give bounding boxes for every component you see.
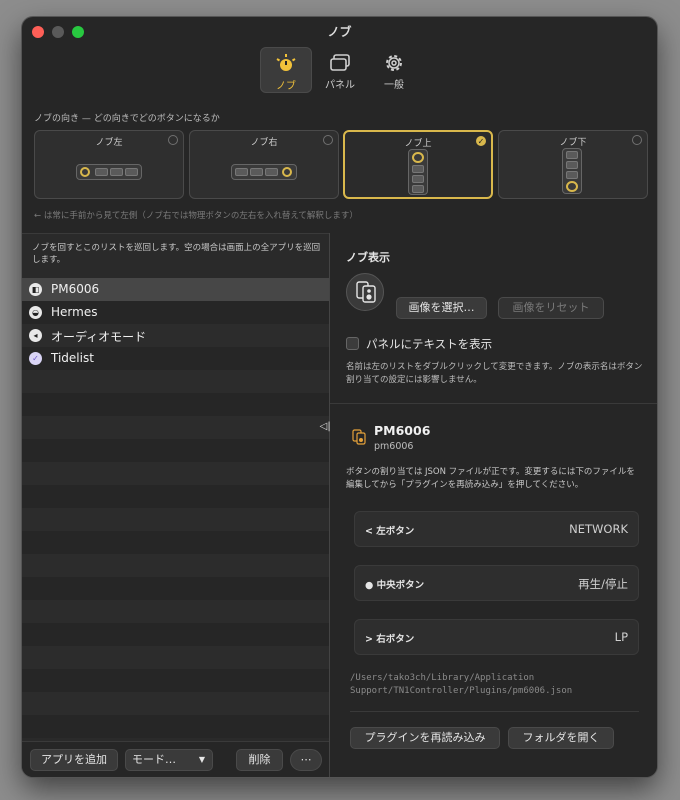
orientation-option-label: ノブ右 (250, 138, 278, 148)
plugin-file-path: /Users/tako3ch/Library/Application Suppo… (350, 673, 573, 696)
empty-row (22, 485, 329, 508)
chevron-down-icon: ▼ (198, 755, 205, 764)
assignment-value: LP (614, 630, 628, 644)
empty-row (22, 554, 329, 577)
list-item[interactable]: ◂ オーディオモード (22, 324, 329, 347)
show-text-label: パネルにテキストを表示 (366, 337, 493, 351)
list-item[interactable]: ◧ PM6006 (22, 278, 329, 301)
tab-knob[interactable]: ノブ (260, 47, 312, 93)
open-folder-button[interactable]: フォルダを開く (508, 727, 614, 749)
settings-window: ノブ ノブ パネル 一般 ノブの向き — どの向きでどのボタンになるか ノブ左 (22, 17, 657, 777)
app-list-description: ノブを回すとこのリストを巡回します。空の場合は画面上の全アプリを巡回します。 (32, 243, 321, 265)
title-bar: ノブ (22, 17, 657, 45)
list-item-label: Tidelist (51, 351, 94, 365)
radio-button[interactable] (168, 135, 178, 145)
window-title: ノブ (327, 25, 352, 39)
orientation-knob-left[interactable]: ノブ左 (34, 130, 184, 199)
empty-row (22, 692, 329, 715)
check-icon: ✓ (29, 352, 42, 365)
divider (350, 711, 639, 712)
empty-row (22, 669, 329, 692)
empty-row (22, 416, 329, 439)
delete-button[interactable]: 削除 (236, 749, 283, 771)
assignment-left-button: < 左ボタン NETWORK (354, 511, 639, 547)
empty-row (22, 715, 329, 738)
list-item[interactable]: ✓ Tidelist (22, 347, 329, 370)
empty-row (22, 531, 329, 554)
mode-dropdown[interactable]: モード… ▼ (125, 749, 213, 771)
plugin-description: ボタンの割り当ては JSON ファイルが正です。変更するには下のファイルを編集し… (346, 467, 635, 490)
orientation-knob-up[interactable]: ノブ上 ✓ (343, 130, 493, 199)
tab-panel-label: パネル (325, 80, 355, 91)
orientation-hint: ← は常に手前から見て左側（ノブ右では物理ボタンの左右を入れ替えて解釈します） (34, 211, 358, 221)
knob-down-diagram (562, 148, 582, 194)
knob-icon (276, 54, 296, 71)
radio-button[interactable] (632, 135, 642, 145)
empty-row (22, 393, 329, 416)
app-list-pane: ノブを回すとこのリストを巡回します。空の場合は画面上の全アプリを巡回します。 ◧… (22, 233, 329, 777)
orientation-knob-down[interactable]: ノブ下 (498, 130, 648, 199)
knob-display-heading: ノブ表示 (346, 251, 390, 264)
reset-image-button[interactable]: 画像をリセット (498, 297, 604, 319)
divider (330, 403, 657, 404)
empty-row (22, 577, 329, 600)
select-image-button[interactable]: 画像を選択… (396, 297, 487, 319)
empty-row (22, 508, 329, 531)
app-list[interactable]: ◧ PM6006 ◒ Hermes ◂ オーディオモード ✓ Tidelist (22, 278, 329, 738)
knob-left-diagram (76, 164, 142, 180)
knob-image-preview (346, 273, 384, 311)
assignment-label: ● 中央ボタン (365, 580, 425, 591)
empty-row (22, 370, 329, 393)
orientation-label: ノブの向き — どの向きでどのボタンになるか (34, 114, 220, 124)
tab-panel[interactable]: パネル (314, 47, 366, 93)
empty-row (22, 600, 329, 623)
checkmark-icon[interactable]: ✓ (476, 136, 486, 146)
orientation-option-label: ノブ下 (559, 138, 587, 148)
list-item-label: オーディオモード (51, 330, 147, 344)
list-bottom-bar: アプリを追加 モード… ▼ 削除 ⋯ (22, 741, 329, 777)
volume-icon: ◂ (29, 329, 42, 342)
detail-pane: ノブ表示 画像を選択… 画像をリセット パネルにテキストを表示 名前は左のリスト… (330, 233, 657, 777)
orientation-option-label: ノブ上 (404, 139, 432, 149)
empty-row (22, 439, 329, 462)
ellipsis-icon: ⋯ (300, 753, 312, 766)
tab-knob-label: ノブ (276, 81, 296, 92)
plugin-icon (352, 429, 366, 445)
empty-row (22, 462, 329, 485)
empty-row (22, 646, 329, 669)
knob-up-diagram (408, 149, 428, 195)
add-app-button[interactable]: アプリを追加 (30, 749, 118, 771)
tab-general[interactable]: 一般 (368, 47, 420, 93)
knob-right-diagram (231, 164, 297, 180)
plugin-name: PM6006 (374, 423, 431, 438)
empty-row (22, 623, 329, 646)
assignment-right-button: > 右ボタン LP (354, 619, 639, 655)
radio-button[interactable] (323, 135, 333, 145)
assignment-center-button: ● 中央ボタン 再生/停止 (354, 565, 639, 601)
assignment-value: NETWORK (569, 522, 628, 536)
panel-icon (330, 54, 350, 71)
plugin-id: pm6006 (374, 441, 414, 452)
list-item-label: PM6006 (51, 282, 100, 296)
list-item-label: Hermes (51, 305, 98, 319)
assignment-value: 再生/停止 (578, 577, 628, 591)
list-item[interactable]: ◒ Hermes (22, 301, 329, 324)
tab-general-label: 一般 (384, 80, 404, 91)
reload-plugin-button[interactable]: プラグインを再読み込み (350, 727, 500, 749)
more-options-button[interactable]: ⋯ (290, 749, 322, 771)
gear-icon (386, 55, 402, 71)
hermes-icon: ◒ (29, 306, 42, 319)
speaker-icon: ◧ (29, 283, 42, 296)
mode-dropdown-label: モード… (132, 753, 176, 766)
display-note: 名前は左のリストをダブルクリックして変更できます。ノブの表示名はボタン割り当ての… (346, 362, 643, 385)
assignment-label: < 左ボタン (365, 526, 415, 537)
speaker-icon (356, 281, 376, 303)
orientation-knob-right[interactable]: ノブ右 (189, 130, 339, 199)
show-text-checkbox[interactable] (346, 337, 359, 350)
assignment-label: > 右ボタン (365, 634, 415, 645)
orientation-option-label: ノブ左 (95, 138, 123, 148)
